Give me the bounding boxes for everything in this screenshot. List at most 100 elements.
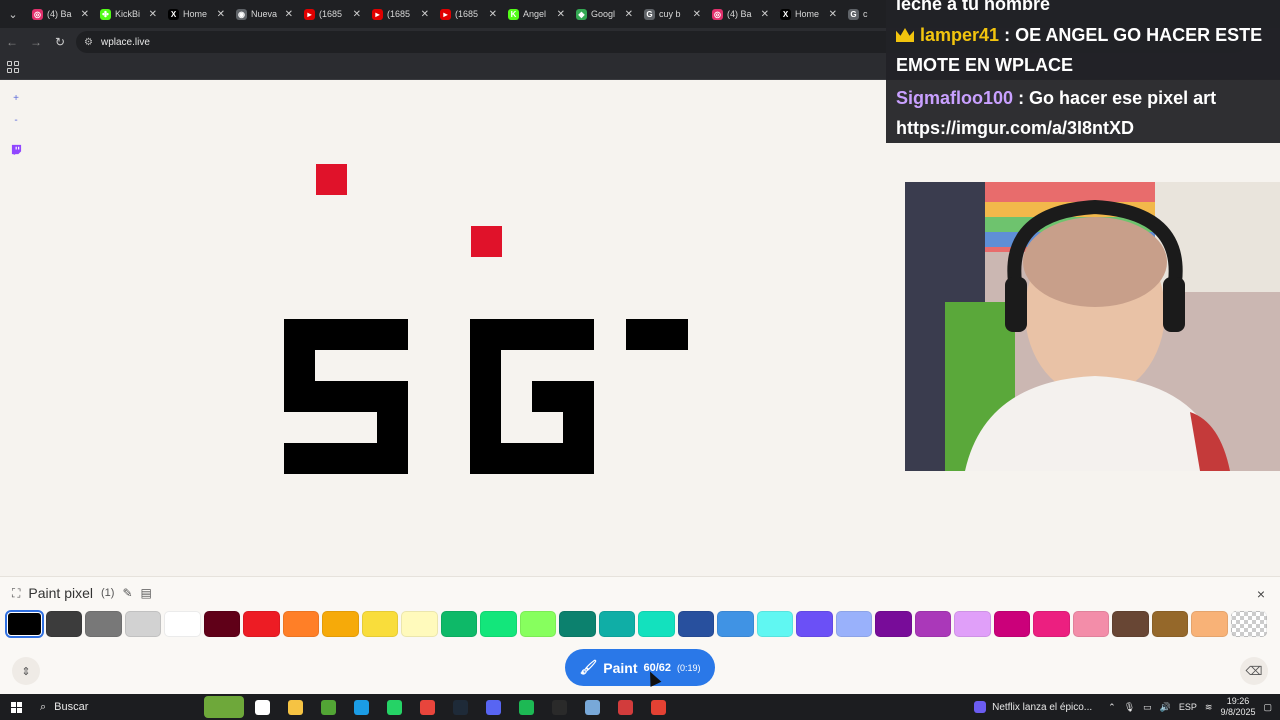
tab-close-icon[interactable]: ✕: [421, 9, 429, 20]
color-swatch[interactable]: [875, 611, 912, 637]
color-swatch[interactable]: [1072, 611, 1109, 637]
browser-tab[interactable]: X Home ✕: [774, 0, 842, 28]
tab-search-button[interactable]: ⌄: [0, 0, 26, 28]
color-swatch[interactable]: [796, 611, 833, 637]
taskbar-app-icon[interactable]: [609, 694, 642, 720]
color-swatch[interactable]: [954, 611, 991, 637]
browser-tab[interactable]: ▸ (1685 ✕: [298, 0, 366, 28]
zoom-out-button[interactable]: -: [8, 112, 24, 128]
color-swatch[interactable]: [717, 611, 754, 637]
color-swatch[interactable]: [361, 611, 398, 637]
volume-icon[interactable]: 🔊: [1160, 702, 1171, 713]
color-swatch[interactable]: [480, 611, 517, 637]
color-swatch[interactable]: [282, 611, 319, 637]
tab-close-icon[interactable]: ✕: [217, 9, 225, 20]
taskbar-app-icon[interactable]: [246, 694, 279, 720]
notification-icon[interactable]: ▢: [1263, 702, 1272, 713]
browser-tab[interactable]: K Angel ✕: [502, 0, 570, 28]
eraser-button[interactable]: ⌫: [1240, 657, 1268, 685]
color-swatch[interactable]: [756, 611, 793, 637]
paint-button[interactable]: 🖌 Paint 60/62 (0:19): [565, 649, 715, 686]
template-icon[interactable]: ▤: [141, 586, 152, 600]
taskbar-app-icon[interactable]: [510, 694, 543, 720]
apps-grid-icon[interactable]: [7, 61, 19, 73]
color-swatch[interactable]: [203, 611, 240, 637]
pixel-canvas[interactable]: + - leche a tu nombre lamper41: OE ANGE…: [0, 0, 1280, 576]
color-swatch[interactable]: [45, 611, 82, 637]
tab-close-icon[interactable]: ✕: [829, 9, 837, 20]
display-icon[interactable]: ▭: [1143, 702, 1152, 713]
microphone-icon[interactable]: 🎙: [1124, 702, 1135, 713]
fullscreen-icon[interactable]: ⛶: [12, 586, 20, 601]
taskbar-search[interactable]: ⌕ Buscar: [32, 694, 172, 720]
color-swatch[interactable]: [164, 611, 201, 637]
tab-close-icon[interactable]: ✕: [693, 9, 701, 20]
taskbar-app-icon[interactable]: [279, 694, 312, 720]
taskbar-app-icon[interactable]: [202, 694, 246, 720]
pencil-icon[interactable]: ✎: [122, 586, 132, 600]
color-swatch[interactable]: [914, 611, 951, 637]
start-button[interactable]: [0, 694, 32, 720]
taskbar-app-icon[interactable]: [312, 694, 345, 720]
tab-close-icon[interactable]: ✕: [285, 9, 293, 20]
taskbar-app-icon[interactable]: [642, 694, 675, 720]
color-swatch[interactable]: [638, 611, 675, 637]
tab-close-icon[interactable]: ✕: [81, 9, 89, 20]
tab-close-icon[interactable]: ✕: [353, 9, 361, 20]
language-indicator[interactable]: ESP: [1179, 702, 1197, 712]
news-widget[interactable]: Netflix lanza el épico...: [974, 701, 1092, 713]
tab-close-icon[interactable]: ✕: [149, 9, 157, 20]
taskbar-app-icon[interactable]: [378, 694, 411, 720]
reload-button[interactable]: ↻: [48, 28, 72, 56]
color-swatch[interactable]: [1151, 611, 1188, 637]
twitch-icon[interactable]: [8, 141, 24, 157]
browser-tab[interactable]: X Home ✕: [162, 0, 230, 28]
close-panel-button[interactable]: ×: [1252, 585, 1270, 603]
color-swatch[interactable]: [401, 611, 438, 637]
browser-tab[interactable]: ✤ KickBi ✕: [94, 0, 162, 28]
color-swatch[interactable]: [1112, 611, 1149, 637]
clock[interactable]: 19:26 9/8/2025: [1220, 696, 1255, 718]
color-swatch[interactable]: [993, 611, 1030, 637]
taskbar-app-icon[interactable]: [444, 694, 477, 720]
tab-close-icon[interactable]: ✕: [761, 9, 769, 20]
taskbar-app-icon[interactable]: [543, 694, 576, 720]
color-swatch[interactable]: [677, 611, 714, 637]
color-swatch[interactable]: [243, 611, 280, 637]
zoom-in-button[interactable]: +: [8, 90, 24, 106]
color-swatch[interactable]: [1033, 611, 1070, 637]
browser-tab[interactable]: ▸ (1685 ✕: [434, 0, 502, 28]
color-swatch[interactable]: [440, 611, 477, 637]
color-swatch[interactable]: [835, 611, 872, 637]
wifi-icon[interactable]: ≋: [1205, 702, 1213, 713]
browser-tab[interactable]: ▸ (1685 ✕: [366, 0, 434, 28]
color-swatch[interactable]: [322, 611, 359, 637]
color-swatch[interactable]: [85, 611, 122, 637]
browser-tab[interactable]: Gcuy b ✕: [638, 0, 706, 28]
tab-close-icon[interactable]: ✕: [557, 9, 565, 20]
color-swatch[interactable]: [1191, 611, 1228, 637]
color-swatch-transparent[interactable]: [1230, 611, 1267, 637]
browser-tab[interactable]: ◉ Nueva ✕: [230, 0, 298, 28]
browser-tab[interactable]: ◎ (4) Ba ✕: [706, 0, 774, 28]
forward-button[interactable]: →: [24, 28, 48, 56]
color-swatch[interactable]: [559, 611, 596, 637]
color-swatch[interactable]: [519, 611, 556, 637]
expand-button[interactable]: ⇕: [12, 657, 40, 685]
tab-close-icon[interactable]: ✕: [489, 9, 497, 20]
tab-favicon-icon: G: [848, 8, 859, 20]
taskbar-app-icon[interactable]: [345, 694, 378, 720]
taskbar-app-icon[interactable]: [477, 694, 510, 720]
back-button[interactable]: ←: [0, 28, 24, 56]
taskbar-app-icon[interactable]: [411, 694, 444, 720]
site-info-icon[interactable]: ⚙: [84, 37, 93, 48]
windows-taskbar: ⌕ Buscar Netflix lanza el épico... ⌃ 🎙 ▭…: [0, 694, 1280, 720]
taskbar-app-icon[interactable]: [576, 694, 609, 720]
color-swatch[interactable]: [124, 611, 161, 637]
color-swatch[interactable]: [5, 610, 44, 638]
browser-tab[interactable]: ◎ (4) Ba ✕: [26, 0, 94, 28]
color-swatch[interactable]: [598, 611, 635, 637]
chevron-up-icon[interactable]: ⌃: [1108, 702, 1116, 713]
browser-tab[interactable]: ◆ Googl ✕: [570, 0, 638, 28]
tab-close-icon[interactable]: ✕: [625, 9, 633, 20]
